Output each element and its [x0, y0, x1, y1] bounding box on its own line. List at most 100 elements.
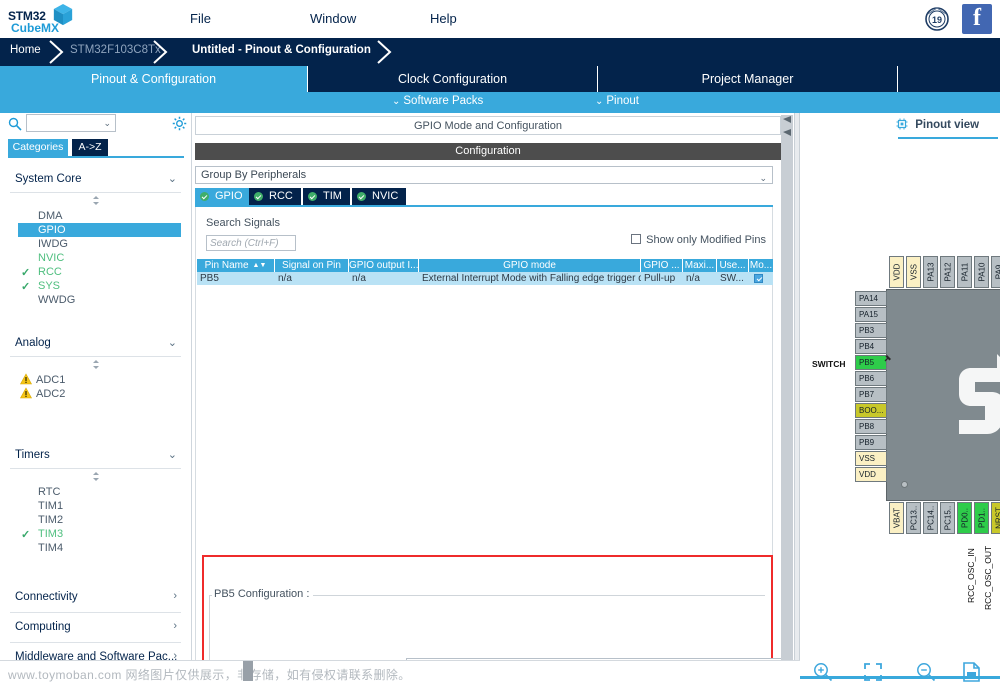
sidebar-item-tim4[interactable]: TIM4 [10, 541, 181, 555]
sidebar-item-tim2[interactable]: TIM2 [10, 513, 181, 527]
tab-clock-configuration[interactable]: Clock Configuration [308, 66, 598, 92]
pin-left-pb4[interactable]: PB4 [855, 339, 887, 354]
pin-left-pa14[interactable]: PA14 [855, 291, 887, 306]
checkbox-box-show-modified [631, 234, 641, 244]
column-header-gpio-pull[interactable]: GPIO ... [641, 259, 683, 272]
sidebar-section-timers: Timers ⌄ RTC TIM1 TIM2 ✓TIM3 TIM4 [10, 443, 181, 555]
menu-help[interactable]: Help [430, 11, 457, 26]
pin-left-pb3[interactable]: PB3 [855, 323, 887, 338]
search-signals-input[interactable]: Search (Ctrl+F) [206, 235, 296, 251]
section-grip-timers[interactable] [10, 469, 181, 485]
pin-bottom-pd0[interactable]: PD0.. [957, 502, 972, 534]
pin-left-pb7[interactable]: PB7 [855, 387, 887, 402]
sidebar-item-tim3[interactable]: ✓TIM3 [10, 527, 181, 541]
zoom-in-icon[interactable] [812, 661, 834, 683]
pin-top-pa12[interactable]: PA12 [940, 256, 955, 288]
zoom-out-icon[interactable] [915, 661, 937, 683]
tab-tools[interactable] [898, 66, 1000, 92]
config-vertical-scrollbar[interactable] [781, 115, 793, 683]
column-header-modified[interactable]: Mo... [749, 259, 773, 272]
periph-tab-gpio[interactable]: GPIO [195, 188, 252, 205]
sidebar-item-wwdg[interactable]: WWDG [10, 293, 181, 307]
pin-left-pb6[interactable]: PB6 [855, 371, 887, 386]
sidebar-item-rtc[interactable]: RTC [10, 485, 181, 499]
show-modified-pins-checkbox[interactable]: Show only Modified Pins [631, 234, 766, 246]
periph-tab-nvic[interactable]: NVIC [352, 188, 407, 205]
check-icon-sys: ✓ [21, 280, 30, 294]
sidebar-section-connectivity[interactable]: Connectivity › [10, 583, 181, 613]
pin-top-pa13[interactable]: PA13 [923, 256, 938, 288]
sidebar-section-computing[interactable]: Computing › [10, 613, 181, 643]
facebook-icon[interactable] [962, 4, 992, 34]
search-icon [8, 117, 22, 131]
pin-left-vdd[interactable]: VDD [855, 467, 887, 482]
sidebar-item-tim1[interactable]: TIM1 [10, 499, 181, 513]
section-header-analog[interactable]: Analog ⌄ [10, 331, 181, 357]
pin-top-pa9[interactable]: PA9 [991, 256, 1000, 288]
column-header-gpio-output[interactable]: GPIO output I... [349, 259, 419, 272]
sidebar-item-sys[interactable]: ✓ SYS [10, 279, 181, 293]
menu-file[interactable]: File [190, 11, 211, 26]
pin-bottom-pd1[interactable]: PD1.. [974, 502, 989, 534]
sidebar-search-input[interactable]: ⌄ [26, 114, 116, 132]
tab-project-manager[interactable]: Project Manager [598, 66, 898, 92]
breadcrumb-home[interactable]: Home [10, 44, 41, 56]
pinout-view-tab[interactable]: Pinout view [896, 118, 979, 131]
section-header-system-core[interactable]: System Core ⌄ [10, 167, 181, 193]
pin-bottom-nrst[interactable]: NRST [991, 502, 1000, 534]
checkbox-modified-checked[interactable] [754, 274, 763, 283]
column-header-pin-name[interactable]: Pin Name▲▼ [197, 259, 275, 272]
pin-bottom-pc15[interactable]: PC15.. [940, 502, 955, 534]
table-row[interactable]: PB5 n/a n/a External Interrupt Mode with… [197, 272, 773, 285]
breadcrumb-project[interactable]: Untitled - Pinout & Configuration [192, 44, 371, 56]
chevron-down-icon-pinout: ⌄ [595, 96, 603, 107]
pin-left-pb8[interactable]: PB8 [855, 419, 887, 434]
section-grip-analog[interactable] [10, 357, 181, 373]
fit-screen-icon[interactable] [862, 661, 884, 683]
chevron-down-icon-analog: ⌄ [168, 336, 177, 349]
pin-bottom-pc14[interactable]: PC14.. [923, 502, 938, 534]
sidebar-tab-categories[interactable]: Categories [8, 139, 68, 156]
pin-bottom-pc13[interactable]: PC13.. [906, 502, 921, 534]
sidebar-item-adc1[interactable]: ADC1 [10, 373, 181, 387]
pin-top-pa11[interactable]: PA11 [957, 256, 972, 288]
pin-left-vss[interactable]: VSS [855, 451, 887, 466]
sidebar-item-nvic[interactable]: NVIC [10, 251, 181, 265]
sidebar-item-dma[interactable]: DMA [10, 209, 181, 223]
periph-tab-rcc[interactable]: RCC [249, 188, 302, 205]
column-header-signal-on-pin[interactable]: Signal on Pin [275, 259, 349, 272]
pin-label-bottom-pd0: PD0.. [960, 508, 969, 528]
sidebar-item-adc2[interactable]: ADC2 [10, 387, 181, 401]
section-header-timers[interactable]: Timers ⌄ [10, 443, 181, 469]
pin-top-vss[interactable]: VSS [906, 256, 921, 288]
pin-left-pb9[interactable]: PB9 [855, 435, 887, 450]
tab-pinout-configuration[interactable]: Pinout & Configuration [0, 66, 308, 92]
sidebar-item-gpio[interactable]: GPIO [18, 223, 181, 237]
subtab-pinout[interactable]: ⌄Pinout [595, 95, 639, 107]
menu-window[interactable]: Window [310, 11, 356, 26]
footer-watermark-text: www.toymoban.com 网络图片仅供展示，非存储，如有侵权请联系删除。 [8, 666, 411, 683]
pin-left-boot0[interactable]: BOO... [855, 403, 887, 418]
sidebar-item-sys-label: SYS [38, 280, 60, 292]
pin-top-vdd[interactable]: VDD [889, 256, 904, 288]
scroll-down-arrow-icon[interactable] [782, 127, 792, 137]
scroll-up-arrow-icon[interactable] [782, 115, 792, 125]
sidebar-item-rcc[interactable]: ✓RCC [10, 265, 181, 279]
cell-modified[interactable] [749, 272, 773, 285]
group-by-select[interactable]: Group By Peripherals ⌄ [195, 166, 773, 184]
pin-top-pa10[interactable]: PA10 [974, 256, 989, 288]
subtab-software-packs[interactable]: ⌄Software Packs [392, 95, 483, 107]
gear-icon[interactable] [172, 116, 187, 131]
pin-bottom-vbat[interactable]: VBAT [889, 502, 904, 534]
column-header-gpio-mode[interactable]: GPIO mode [419, 259, 641, 272]
periph-tab-tim[interactable]: TIM [303, 188, 351, 205]
export-icon[interactable] [960, 661, 982, 683]
column-header-maximum[interactable]: Maxi... [683, 259, 717, 272]
sidebar-tab-az[interactable]: A->Z [72, 139, 108, 156]
sub-tab-bar: ⌄Software Packs ⌄Pinout [0, 92, 1000, 113]
breadcrumb-device[interactable]: STM32F103C8Tx [70, 44, 161, 56]
sidebar-item-iwdg[interactable]: IWDG [10, 237, 181, 251]
column-header-user-label[interactable]: Use... [717, 259, 749, 272]
section-grip-system-core[interactable] [10, 193, 181, 209]
pin-left-pa15[interactable]: PA15 [855, 307, 887, 322]
